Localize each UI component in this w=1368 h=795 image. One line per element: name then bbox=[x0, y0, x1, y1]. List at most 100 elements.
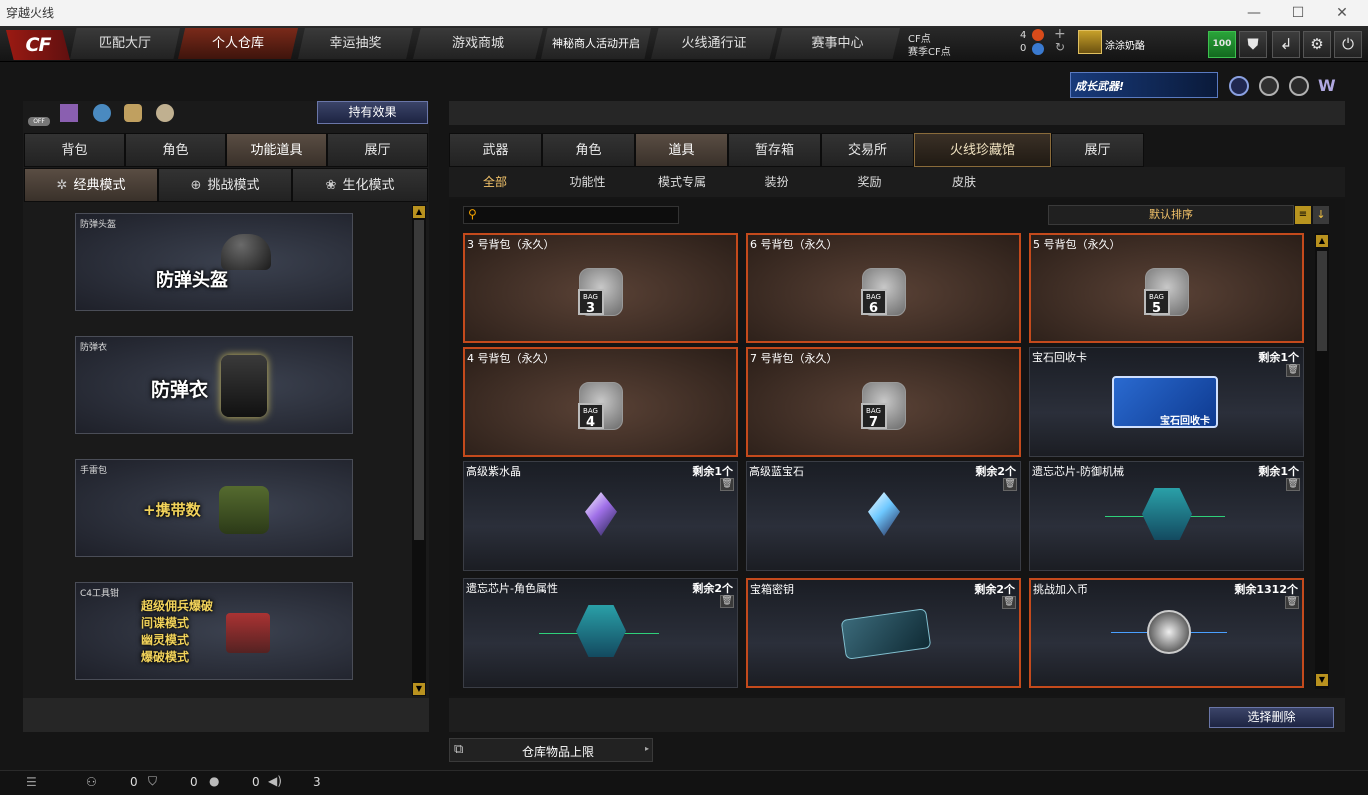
speaker-icon[interactable]: ◀) bbox=[268, 774, 282, 788]
effect-icon-1[interactable] bbox=[60, 104, 78, 122]
right-tab-exchange[interactable]: 交易所 bbox=[821, 133, 914, 167]
item-card[interactable]: 宝箱密钥 剩余2个 🗑 bbox=[746, 578, 1021, 688]
effect-icon-4[interactable] bbox=[156, 104, 174, 122]
item-card[interactable]: 4 号背包（永久） BAG 4 bbox=[463, 347, 738, 457]
mode-tab-challenge[interactable]: ⊕ 挑战模式 bbox=[158, 168, 292, 202]
holding-effects-button[interactable]: 持有效果 bbox=[317, 101, 428, 124]
items-scroll-down-icon[interactable]: ▼ bbox=[1316, 674, 1328, 686]
right-tab-showroom[interactable]: 展厅 bbox=[1051, 133, 1144, 167]
item-card[interactable]: 遗忘芯片-防御机械 剩余1个 🗑 bbox=[1029, 461, 1304, 571]
sort-dropdown[interactable]: 默认排序 bbox=[1048, 205, 1294, 225]
w-logo-icon[interactable]: W bbox=[1318, 76, 1336, 95]
list-view-icon[interactable]: ≡ bbox=[1295, 206, 1311, 224]
bag-label: BAG 4 bbox=[577, 403, 604, 429]
scroll-down-arrow-icon[interactable]: ▼ bbox=[413, 683, 425, 695]
trash-icon[interactable]: 🗑 bbox=[720, 478, 734, 491]
search-input[interactable] bbox=[486, 208, 674, 222]
scroll-up-arrow-icon[interactable]: ▲ bbox=[413, 206, 425, 218]
sort-direction-icon[interactable]: ↓ bbox=[1313, 206, 1329, 224]
items-scroll-up-icon[interactable]: ▲ bbox=[1316, 235, 1328, 247]
globe-icon[interactable] bbox=[1259, 76, 1279, 96]
left-tab-showroom[interactable]: 展厅 bbox=[327, 133, 428, 167]
function-card-vest[interactable]: 防弹衣 防弹衣 bbox=[75, 336, 353, 434]
left-tab-backpack[interactable]: 背包 bbox=[24, 133, 125, 167]
subtab-skins[interactable]: 皮肤 bbox=[916, 167, 1012, 197]
function-card-c4-pliers[interactable]: C4工具钳 超级佣兵爆破 间谍模式 幽灵模式 爆破模式 bbox=[75, 582, 353, 680]
toggle-off-icon[interactable]: OFF bbox=[28, 103, 50, 126]
item-card[interactable]: 高级蓝宝石 剩余2个 🗑 bbox=[746, 461, 1021, 571]
trash-icon[interactable]: 🗑 bbox=[1285, 596, 1299, 609]
shield-icon[interactable]: ⛊ bbox=[1239, 31, 1267, 58]
trash-icon[interactable]: 🗑 bbox=[720, 595, 734, 608]
trash-icon[interactable]: 🗑 bbox=[1002, 596, 1016, 609]
right-tab-storage[interactable]: 暂存箱 bbox=[728, 133, 821, 167]
item-card[interactable]: 宝石回收卡 剩余1个 🗑 宝石回收卡 bbox=[1029, 347, 1304, 457]
select-delete-button[interactable]: 选择删除 bbox=[1209, 707, 1334, 728]
item-card[interactable]: 6 号背包（永久） BAG 6 bbox=[746, 233, 1021, 343]
bag-label: BAG 7 bbox=[860, 403, 887, 429]
helmet-icon bbox=[221, 234, 271, 270]
left-tab-character[interactable]: 角色 bbox=[125, 133, 226, 167]
close-button[interactable]: ✕ bbox=[1320, 0, 1364, 26]
nav-tab-event-center[interactable]: 赛事中心 bbox=[775, 28, 900, 59]
clan-shield-icon[interactable]: ⛉ bbox=[148, 774, 157, 789]
item-card[interactable]: 挑战加入币 剩余1312个 🗑 bbox=[1029, 578, 1304, 688]
search-box[interactable]: ⚲ bbox=[463, 206, 679, 224]
left-scroll-thumb[interactable] bbox=[414, 220, 424, 540]
function-card-helmet[interactable]: 防弹头盔 防弹头盔 bbox=[75, 213, 353, 311]
cf-logo[interactable]: CF bbox=[6, 30, 70, 60]
trash-icon[interactable]: 🗑 bbox=[1286, 364, 1300, 377]
effect-icon-2[interactable] bbox=[93, 104, 111, 122]
item-name: 遗忘芯片-防御机械 bbox=[1032, 465, 1124, 478]
level-badge[interactable]: 100 bbox=[1208, 31, 1236, 58]
item-card[interactable]: 高级紫水晶 剩余1个 🗑 bbox=[463, 461, 738, 571]
trash-icon[interactable]: 🗑 bbox=[1286, 478, 1300, 491]
item-card[interactable]: 3 号背包（永久） BAG 3 bbox=[463, 233, 738, 343]
status-bar bbox=[0, 770, 1368, 795]
nav-tab-game-shop[interactable]: 游戏商城 bbox=[413, 28, 543, 59]
item-card[interactable]: 7 号背包（永久） BAG 7 bbox=[746, 347, 1021, 457]
cf-points-value: 4 bbox=[1020, 30, 1027, 41]
trash-icon[interactable]: 🗑 bbox=[1003, 478, 1017, 491]
left-tab-function-items[interactable]: 功能道具 bbox=[226, 133, 327, 167]
effect-icon-3[interactable] bbox=[124, 104, 142, 122]
return-icon[interactable]: ↲ bbox=[1272, 31, 1300, 58]
nav-tab-warehouse[interactable]: 个人仓库 bbox=[178, 28, 298, 59]
chat-icon[interactable]: ● bbox=[209, 774, 219, 788]
function-card-grenade-pack[interactable]: 手雷包 +携带数 bbox=[75, 459, 353, 557]
subtab-rewards[interactable]: 奖励 bbox=[823, 167, 916, 197]
friends-icon[interactable]: ⚇ bbox=[86, 775, 97, 789]
maximize-button[interactable]: ☐ bbox=[1276, 0, 1320, 26]
item-scrollbar[interactable]: ▲ ▼ bbox=[1315, 233, 1329, 689]
nav-tab-lucky-draw[interactable]: 幸运抽奖 bbox=[298, 28, 413, 59]
subtab-appearance[interactable]: 装扮 bbox=[730, 167, 823, 197]
challenge-coin-icon bbox=[1147, 610, 1191, 654]
item-card[interactable]: 遗忘芯片-角色属性 剩余2个 🗑 bbox=[463, 578, 738, 688]
subtab-mode-exclusive[interactable]: 模式专属 bbox=[634, 167, 730, 197]
capacity-expand-button[interactable]: ⧉ 仓库物品上限 ▸ bbox=[449, 738, 653, 762]
minimize-button[interactable]: — bbox=[1232, 0, 1276, 26]
subtab-functional[interactable]: 功能性 bbox=[541, 167, 634, 197]
nav-tab-mystery-merchant[interactable]: 神秘商人活动开启 bbox=[541, 28, 651, 59]
power-icon[interactable]: ⏻ bbox=[1334, 31, 1362, 58]
nav-tab-match-hall[interactable]: 匹配大厅 bbox=[70, 28, 180, 59]
gear-icon[interactable]: ⚙ bbox=[1303, 31, 1331, 58]
nav-tab-battle-pass[interactable]: 火线通行证 bbox=[651, 28, 777, 59]
items-scroll-thumb[interactable] bbox=[1317, 251, 1327, 351]
right-tab-weapons[interactable]: 武器 bbox=[449, 133, 542, 167]
growth-weapon-banner[interactable]: 成长武器! bbox=[1070, 72, 1218, 98]
left-scrollbar[interactable]: ▲ ▼ bbox=[412, 205, 426, 696]
item-card[interactable]: 5 号背包（永久） BAG 5 bbox=[1029, 233, 1304, 343]
subtab-all[interactable]: 全部 bbox=[449, 167, 541, 197]
right-tab-items[interactable]: 道具 bbox=[635, 133, 728, 167]
right-tab-characters[interactable]: 角色 bbox=[542, 133, 635, 167]
refresh-icon[interactable]: ↻ bbox=[1055, 40, 1065, 54]
mode-tab-classic[interactable]: ✲ 经典模式 bbox=[24, 168, 158, 202]
item-count: 剩余1个 bbox=[1258, 465, 1299, 478]
mode-tab-zombie[interactable]: ❀ 生化模式 bbox=[292, 168, 428, 202]
crosshair-icon[interactable] bbox=[1289, 76, 1309, 96]
item-count: 剩余2个 bbox=[974, 583, 1015, 596]
badge-v-icon[interactable] bbox=[1229, 76, 1249, 96]
right-tab-collection-hall[interactable]: 火线珍藏馆 bbox=[914, 133, 1051, 167]
menu-icon[interactable]: ☰ bbox=[26, 775, 37, 789]
